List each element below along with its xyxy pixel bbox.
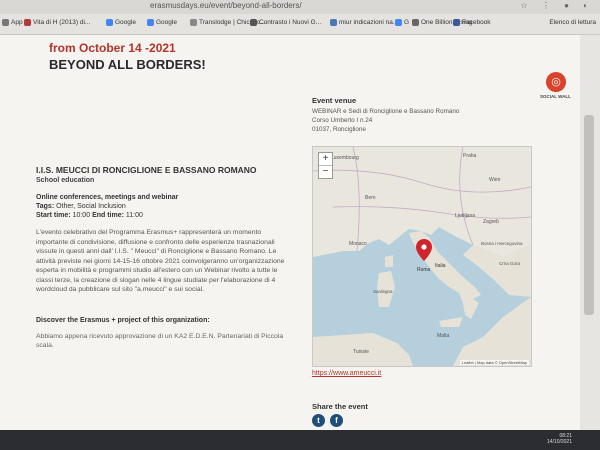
screen: erasmusdays.eu/event/beyond-all-borders/… bbox=[0, 0, 600, 450]
bookmark-label: App bbox=[11, 19, 23, 26]
system-tray[interactable]: 08:21 14/10/2021 bbox=[547, 433, 572, 445]
bookmark-label: Google bbox=[115, 19, 136, 26]
svg-text:Sardegna: Sardegna bbox=[373, 289, 393, 294]
social-wall-label[interactable]: SOCIAL WALL bbox=[540, 94, 571, 99]
browser-url-bar[interactable]: erasmusdays.eu/event/beyond-all-borders/… bbox=[0, 0, 600, 14]
event-page: from October 14 -2021 BEYOND ALL BORDERS… bbox=[0, 35, 580, 450]
svg-text:Ljubljana: Ljubljana bbox=[455, 213, 475, 219]
start-label: Start time: bbox=[36, 212, 71, 219]
bookmark-icon bbox=[330, 19, 337, 26]
svg-text:Bosna i Hercegovina: Bosna i Hercegovina bbox=[481, 241, 523, 246]
tags-row: Tags: Other, Social Inclusion bbox=[36, 203, 298, 210]
page-title: BEYOND ALL BORDERS! bbox=[49, 57, 206, 72]
tray-date: 14/10/2021 bbox=[546, 439, 572, 445]
venue-line-2: Corso Umberto I n.24 bbox=[312, 117, 373, 124]
taskbar: 08:21 14/10/2021 bbox=[0, 430, 600, 450]
venue-line-3: 01037, Ronciglione bbox=[312, 126, 366, 133]
map-attribution[interactable]: Leaflet | Map data © OpenStreetMap bbox=[459, 360, 529, 365]
svg-text:Praha: Praha bbox=[463, 153, 477, 159]
bookmark-label: Facebook bbox=[462, 19, 491, 26]
svg-text:Italia: Italia bbox=[435, 263, 446, 269]
bookmark-icon bbox=[106, 19, 113, 26]
svg-text:Luxembourg: Luxembourg bbox=[331, 155, 359, 161]
zoom-in-button[interactable]: + bbox=[319, 153, 332, 165]
venue-address: WEBINAR e Sedi di Ronciglione e Bassano … bbox=[312, 107, 459, 134]
event-details: I.I.S. MEUCCI DI RONCIGLIONE E BASSANO R… bbox=[36, 165, 298, 351]
venue-map[interactable]: Luxembourg Praha Wien Bern Ljubljana Zag… bbox=[312, 146, 532, 367]
svg-text:Malta: Malta bbox=[437, 333, 449, 339]
bookmark-icon bbox=[395, 19, 402, 26]
scrollbar[interactable] bbox=[580, 35, 600, 430]
bookmark-icon bbox=[412, 19, 419, 26]
bookmark-item[interactable]: Vita di H (2013) di... bbox=[24, 19, 90, 26]
url-text[interactable]: erasmusdays.eu/event/beyond-all-borders/ bbox=[150, 1, 302, 10]
bookmark-item[interactable]: Google bbox=[106, 19, 136, 26]
venue-heading: Event venue bbox=[312, 96, 357, 105]
website-link[interactable]: https://www.ameucci.it bbox=[312, 370, 381, 377]
share-icons: t f bbox=[312, 414, 343, 427]
svg-text:Bern: Bern bbox=[365, 195, 376, 201]
venue-line-1: WEBINAR e Sedi di Ronciglione e Bassano … bbox=[312, 108, 460, 115]
bookmark-icon bbox=[147, 19, 154, 26]
svg-text:Monaco: Monaco bbox=[349, 241, 367, 247]
bookmark-icon bbox=[250, 19, 257, 26]
share-heading: Share the event bbox=[312, 402, 368, 411]
map-tiles[interactable]: Luxembourg Praha Wien Bern Ljubljana Zag… bbox=[313, 147, 531, 366]
bookmark-label: Vita di H (2013) di... bbox=[33, 19, 91, 26]
svg-text:Crna Gora: Crna Gora bbox=[499, 261, 521, 266]
discover-text: Abbiamo appena ricevuto approvazione di … bbox=[36, 332, 284, 350]
facebook-icon[interactable]: f bbox=[330, 414, 343, 427]
scroll-thumb[interactable] bbox=[584, 115, 594, 315]
end-value: 11:00 bbox=[125, 212, 143, 219]
other-bookmarks[interactable]: Elenco di lettura bbox=[549, 19, 596, 26]
map-zoom-control: + − bbox=[318, 152, 333, 179]
bookmark-item[interactable]: Google bbox=[147, 19, 177, 26]
tags-value: Other, Social Inclusion bbox=[56, 203, 126, 210]
bookmark-icon bbox=[2, 19, 9, 26]
svg-text:Zagreb: Zagreb bbox=[483, 219, 499, 225]
bookmark-label: Google bbox=[156, 19, 177, 26]
bookmarks-bar: App Vita di H (2013) di... Google Google Tra… bbox=[0, 14, 600, 35]
twitter-icon[interactable]: t bbox=[312, 414, 325, 427]
discover-heading: Discover the Erasmus + project of this o… bbox=[36, 316, 210, 324]
svg-text:Tunisie: Tunisie bbox=[353, 349, 369, 355]
bookmark-label: G bbox=[404, 19, 410, 26]
bookmark-icon bbox=[453, 19, 460, 26]
time-row: Start time: 10:00 End time: 11:00 bbox=[36, 212, 298, 219]
bookmark-item[interactable]: G bbox=[395, 19, 409, 26]
bookmark-item[interactable]: miur indicazioni na... bbox=[330, 19, 398, 26]
event-description: L'evento celebrativo del Programma Erasm… bbox=[36, 229, 285, 293]
start-value: 10:00 bbox=[72, 212, 91, 219]
zoom-out-button[interactable]: − bbox=[319, 165, 332, 178]
organization-name: I.I.S. MEUCCI DI RONCIGLIONE E BASSANO R… bbox=[36, 165, 257, 175]
event-date: from October 14 -2021 bbox=[49, 41, 176, 55]
event-type: Online conferences, meetings and webinar bbox=[36, 194, 179, 201]
tags-label: Tags: bbox=[36, 203, 55, 210]
social-wall-icon[interactable]: ◎ bbox=[546, 72, 566, 92]
bookmark-item[interactable]: Contrasto i Nuovi G... bbox=[250, 19, 321, 26]
bookmark-item[interactable]: Facebook bbox=[453, 19, 491, 26]
browser-actions[interactable]: ☆ ⋮ ● ◐ bbox=[520, 1, 594, 10]
svg-text:Wien: Wien bbox=[489, 177, 501, 183]
end-label: End time: bbox=[92, 212, 124, 219]
organization-type: School education bbox=[36, 177, 95, 184]
bookmark-label: miur indicazioni na... bbox=[339, 19, 399, 26]
svg-text:Roma: Roma bbox=[417, 267, 431, 273]
bookmark-icon bbox=[190, 19, 197, 26]
bookmark-label: Contrasto i Nuovi G... bbox=[259, 19, 322, 26]
bookmark-item[interactable]: App bbox=[2, 19, 23, 26]
bookmark-icon bbox=[24, 19, 31, 26]
